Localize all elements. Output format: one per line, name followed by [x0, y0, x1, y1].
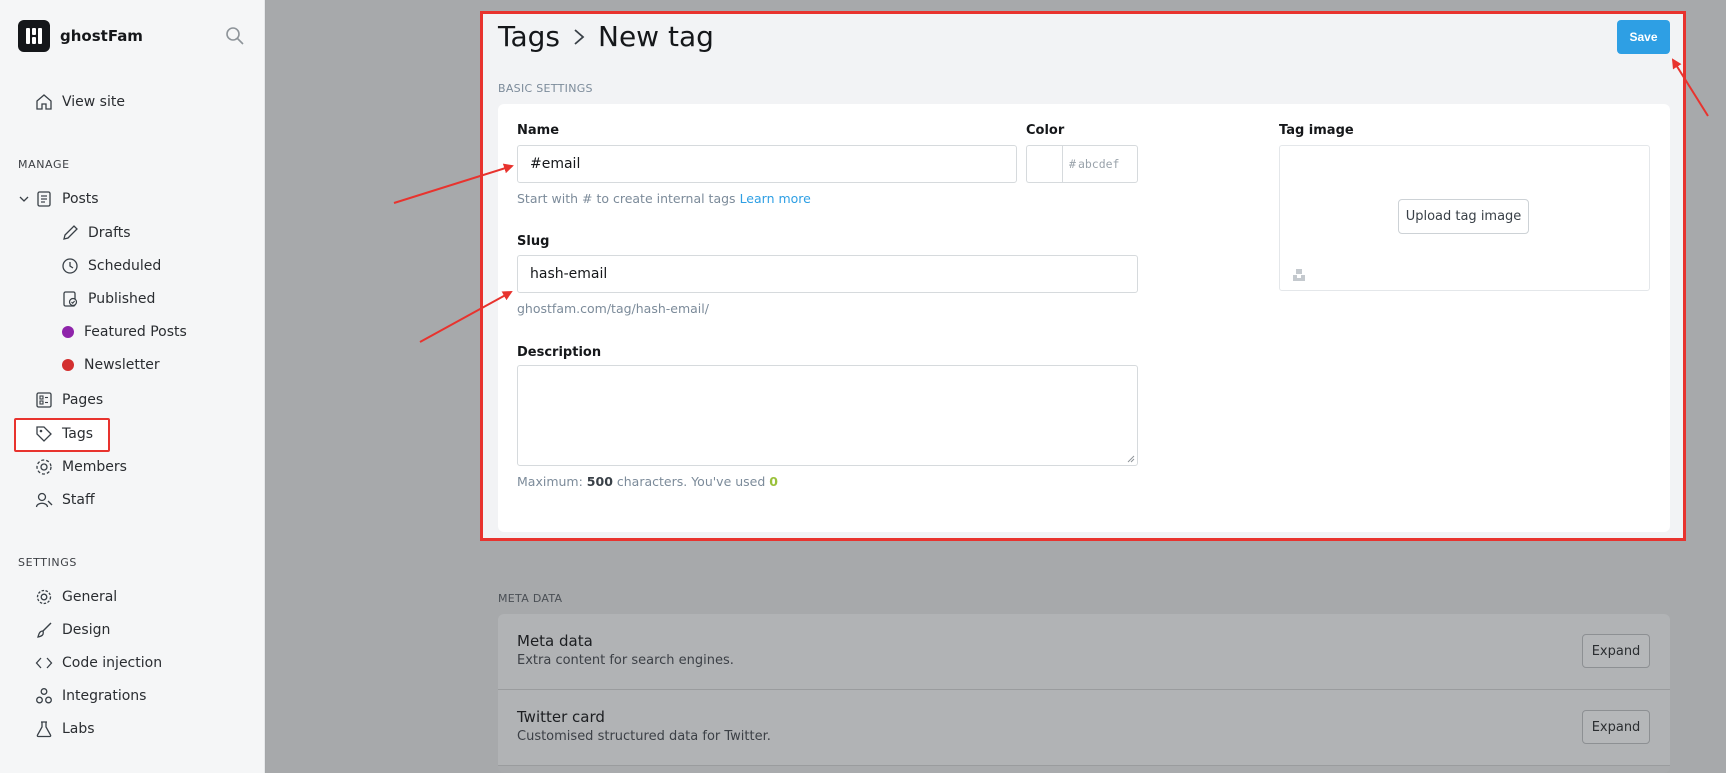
manage-section-label: MANAGE — [18, 158, 70, 171]
brush-icon — [34, 620, 54, 640]
clock-icon — [60, 256, 80, 276]
name-hint: Start with # to create internal tags Lea… — [517, 191, 811, 206]
nav-drafts[interactable]: Drafts — [60, 219, 131, 247]
site-name: ghostFam — [60, 27, 143, 45]
unsplash-icon[interactable] — [1292, 268, 1306, 282]
color-label: Color — [1026, 123, 1065, 138]
featured-dot-icon — [62, 326, 74, 338]
name-label: Name — [517, 123, 560, 138]
nav-label: Posts — [62, 191, 99, 207]
chevron-right-icon — [572, 27, 586, 47]
breadcrumb: Tags New tag — [498, 20, 714, 53]
name-input[interactable]: #email — [517, 145, 1017, 183]
desc-used-count: 0 — [769, 474, 778, 489]
tag-icon — [34, 424, 54, 444]
desc-hint-mid: characters. You've used — [616, 474, 766, 489]
description-textarea[interactable] — [517, 365, 1138, 466]
home-icon — [34, 92, 54, 112]
meta-row-title: Twitter card — [517, 708, 605, 726]
nav-pages[interactable]: Pages — [34, 386, 103, 414]
color-swatch[interactable] — [1026, 145, 1063, 183]
flask-icon — [34, 719, 54, 739]
meta-row-twitter-card: Twitter card Customised structured data … — [498, 690, 1670, 766]
page-title: New tag — [598, 20, 714, 53]
brand[interactable]: ghostFam — [18, 20, 143, 52]
nav-label: General — [62, 589, 118, 605]
members-icon — [34, 457, 54, 477]
published-icon — [60, 289, 80, 309]
nav-posts[interactable]: Posts — [18, 185, 99, 213]
nav-label: Published — [88, 291, 156, 307]
nav-view-site[interactable]: View site — [34, 88, 125, 116]
expand-button[interactable]: Expand — [1582, 634, 1650, 668]
nav-published[interactable]: Published — [60, 285, 155, 313]
pages-icon — [34, 390, 54, 410]
basic-settings-label: BASIC SETTINGS — [498, 82, 593, 95]
sidebar: ghostFam View site MANAGE Posts Drafts S… — [0, 0, 265, 773]
meta-card: Meta data Extra content for search engin… — [498, 614, 1670, 773]
description-label: Description — [517, 345, 602, 360]
nav-label: Integrations — [62, 688, 147, 704]
integrations-icon — [34, 686, 54, 706]
color-hex-input[interactable]: # abcdef — [1062, 145, 1138, 183]
name-hint-text: Start with # to create internal tags — [517, 191, 736, 206]
nav-design[interactable]: Design — [34, 616, 110, 644]
nav-labs[interactable]: Labs — [34, 715, 95, 743]
nav-label: Staff — [62, 492, 95, 508]
nav-integrations[interactable]: Integrations — [34, 682, 146, 710]
nav-label: View site — [62, 94, 125, 110]
nav-tags[interactable]: Tags — [34, 420, 93, 448]
nav-label: Scheduled — [88, 258, 162, 274]
nav-code-injection[interactable]: Code injection — [34, 649, 162, 677]
meta-row-meta-data: Meta data Extra content for search engin… — [498, 614, 1670, 690]
nav-label: Pages — [62, 392, 104, 408]
nav-staff[interactable]: Staff — [34, 486, 95, 514]
nav-label: Members — [62, 459, 127, 475]
nav-label: Newsletter — [84, 357, 160, 373]
nav-scheduled[interactable]: Scheduled — [60, 252, 161, 280]
nav-label: Labs — [62, 721, 95, 737]
nav-label: Code injection — [62, 655, 163, 671]
expand-button[interactable]: Expand — [1582, 710, 1650, 744]
upload-tag-image-button[interactable]: Upload tag image — [1398, 199, 1529, 234]
tag-image-label: Tag image — [1279, 123, 1354, 138]
slug-label: Slug — [517, 234, 550, 249]
settings-section-label: SETTINGS — [18, 556, 77, 569]
color-placeholder: abcdef — [1077, 157, 1120, 171]
search-icon[interactable] — [225, 26, 245, 46]
nav-label: Featured Posts — [84, 324, 187, 340]
meta-data-section-label: META DATA — [498, 592, 563, 605]
posts-icon — [34, 189, 54, 209]
meta-row-subtitle: Extra content for search engines. — [517, 653, 734, 668]
nav-label: Tags — [62, 426, 93, 442]
nav-label: Design — [62, 622, 111, 638]
staff-icon — [34, 490, 54, 510]
gear-icon — [34, 587, 54, 607]
pencil-icon — [60, 223, 80, 243]
save-button[interactable]: Save — [1617, 20, 1670, 54]
learn-more-link[interactable]: Learn more — [740, 191, 811, 206]
desc-max: 500 — [586, 474, 613, 489]
nav-general[interactable]: General — [34, 583, 117, 611]
meta-row-subtitle: Customised structured data for Twitter. — [517, 729, 771, 744]
color-hash: # — [1069, 157, 1076, 171]
nav-newsletter[interactable]: Newsletter — [58, 351, 160, 379]
nav-label: Drafts — [88, 225, 131, 241]
desc-hint-prefix: Maximum: — [517, 474, 583, 489]
code-icon — [34, 653, 54, 673]
newsletter-dot-icon — [62, 359, 74, 371]
nav-members[interactable]: Members — [34, 453, 127, 481]
nav-featured-posts[interactable]: Featured Posts — [58, 318, 187, 346]
slug-url-preview: ghostfam.com/tag/hash-email/ — [517, 301, 709, 316]
breadcrumb-tags-link[interactable]: Tags — [498, 20, 560, 53]
slug-input[interactable]: hash-email — [517, 255, 1138, 293]
description-hint: Maximum: 500 characters. You've used 0 — [517, 474, 778, 489]
meta-row-title: Meta data — [517, 632, 593, 650]
site-logo-icon — [18, 20, 50, 52]
chevron-down-icon[interactable] — [18, 193, 32, 205]
